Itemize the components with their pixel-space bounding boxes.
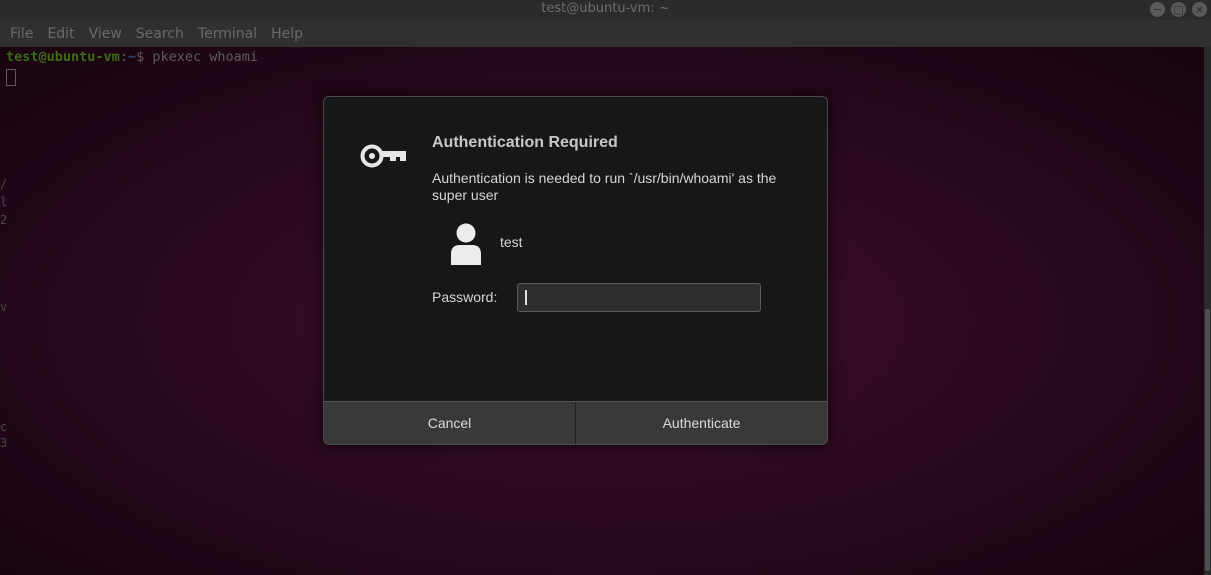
terminal-edge-text: c [0, 420, 8, 434]
menu-edit[interactable]: Edit [47, 26, 74, 42]
dialog-message: Authentication is needed to run `/usr/bi… [432, 170, 777, 203]
password-label: Password: [432, 289, 498, 305]
prompt-symbol: $ [136, 49, 153, 65]
auth-dialog: Authentication Required Authentication i… [323, 96, 828, 445]
maximize-button[interactable]: □ [1171, 2, 1186, 17]
key-icon [360, 144, 406, 168]
minimize-button[interactable]: − [1150, 2, 1165, 17]
scrollbar-thumb[interactable] [1205, 309, 1210, 571]
window-title: test@ubuntu-vm: ~ [541, 1, 670, 16]
user-avatar-icon [451, 223, 481, 265]
terminal-edge-text: v [0, 300, 8, 314]
prompt-user: test@ubuntu-vm [6, 49, 120, 65]
terminal-edge-text: 2 [0, 213, 8, 227]
terminal-cursor [6, 69, 16, 86]
close-button[interactable]: × [1192, 2, 1207, 17]
authenticate-button[interactable]: Authenticate [575, 402, 827, 444]
menu-view[interactable]: View [89, 26, 122, 42]
user-name: test [500, 234, 523, 250]
prompt-path: ~ [127, 49, 137, 65]
password-input[interactable] [517, 283, 761, 312]
text-caret [525, 290, 527, 305]
menubar: File Edit View Search Terminal Help [0, 20, 1211, 47]
terminal-prompt-line: test@ubuntu-vm:~$ pkexec whoami [6, 49, 258, 65]
cancel-button[interactable]: Cancel [324, 402, 575, 444]
dialog-button-row: Cancel Authenticate [324, 401, 827, 444]
terminal-scrollbar[interactable] [1204, 47, 1211, 575]
terminal-edge-text: / [0, 177, 8, 191]
menu-terminal[interactable]: Terminal [198, 26, 257, 42]
dialog-title: Authentication Required [432, 134, 618, 151]
terminal-edge-text: l [0, 195, 8, 209]
menu-search[interactable]: Search [136, 26, 184, 42]
menu-file[interactable]: File [10, 26, 33, 42]
window-controls: − □ × [1150, 2, 1207, 17]
menu-help[interactable]: Help [271, 26, 303, 42]
terminal-command: pkexec whoami [152, 49, 259, 65]
terminal-edge-text: 3 [0, 436, 8, 450]
prompt-separator: : [119, 49, 128, 65]
window-titlebar: test@ubuntu-vm: ~ − □ × [0, 0, 1211, 20]
